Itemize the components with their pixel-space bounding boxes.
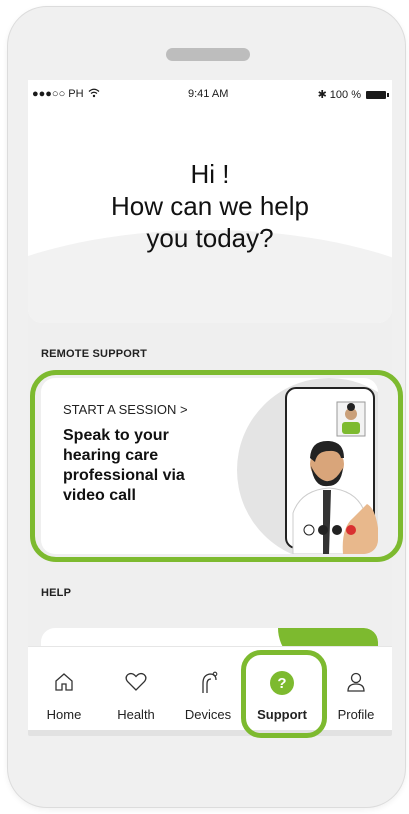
tab-support[interactable]: ? Support bbox=[244, 647, 320, 730]
question-icon: ? bbox=[270, 671, 294, 695]
hearing-aid-icon bbox=[197, 671, 219, 698]
tab-devices-label: Devices bbox=[184, 707, 232, 722]
wifi-icon bbox=[88, 88, 100, 101]
greeting-title: Hi ! How can we help you today? bbox=[28, 158, 392, 254]
bluetooth-icon: ✱ bbox=[317, 89, 327, 101]
home-icon bbox=[53, 671, 75, 696]
start-session-link[interactable]: START A SESSION > bbox=[63, 402, 188, 417]
greeting-panel: Hi ! How can we help you today? bbox=[28, 80, 392, 323]
tab-profile-label: Profile bbox=[337, 707, 375, 722]
heart-icon bbox=[124, 671, 148, 696]
session-description: Speak to your hearing care professional … bbox=[63, 427, 185, 504]
status-time: 9:41 AM bbox=[188, 88, 229, 100]
tab-health-label: Health bbox=[117, 707, 155, 722]
carrier-signal: ●●●○○ PH bbox=[32, 88, 84, 100]
status-right: ✱ 100 % bbox=[317, 88, 389, 101]
status-bar: ●●●○○ PH 9:41 AM ✱ 100 % bbox=[28, 80, 392, 106]
tab-support-label: Support bbox=[257, 707, 307, 722]
app-screen: Hi ! How can we help you today? ●●●○○ PH… bbox=[28, 80, 392, 730]
greeting-line-3: you today? bbox=[146, 223, 274, 253]
phone-speaker bbox=[166, 48, 250, 61]
remote-support-heading: REMOTE SUPPORT bbox=[41, 348, 148, 360]
tab-health[interactable]: Health bbox=[100, 647, 172, 730]
tab-devices[interactable]: Devices bbox=[172, 647, 244, 730]
video-call-illustration bbox=[237, 378, 378, 554]
greeting-line-1: Hi ! bbox=[190, 159, 230, 189]
screen-bottom-edge bbox=[28, 730, 392, 736]
tab-bar: Home Health Devices ? Support Profile bbox=[28, 646, 392, 730]
greeting-line-2: How can we help bbox=[111, 191, 309, 221]
tab-profile[interactable]: Profile bbox=[320, 647, 392, 730]
start-session-card[interactable]: START A SESSION > Speak to your hearing … bbox=[41, 378, 378, 554]
battery-icon bbox=[366, 90, 389, 99]
person-icon bbox=[346, 671, 366, 696]
tab-home[interactable]: Home bbox=[28, 647, 100, 730]
help-heading: HELP bbox=[41, 587, 72, 599]
battery-percent: 100 % bbox=[329, 88, 361, 101]
tab-home-label: Home bbox=[46, 707, 82, 722]
